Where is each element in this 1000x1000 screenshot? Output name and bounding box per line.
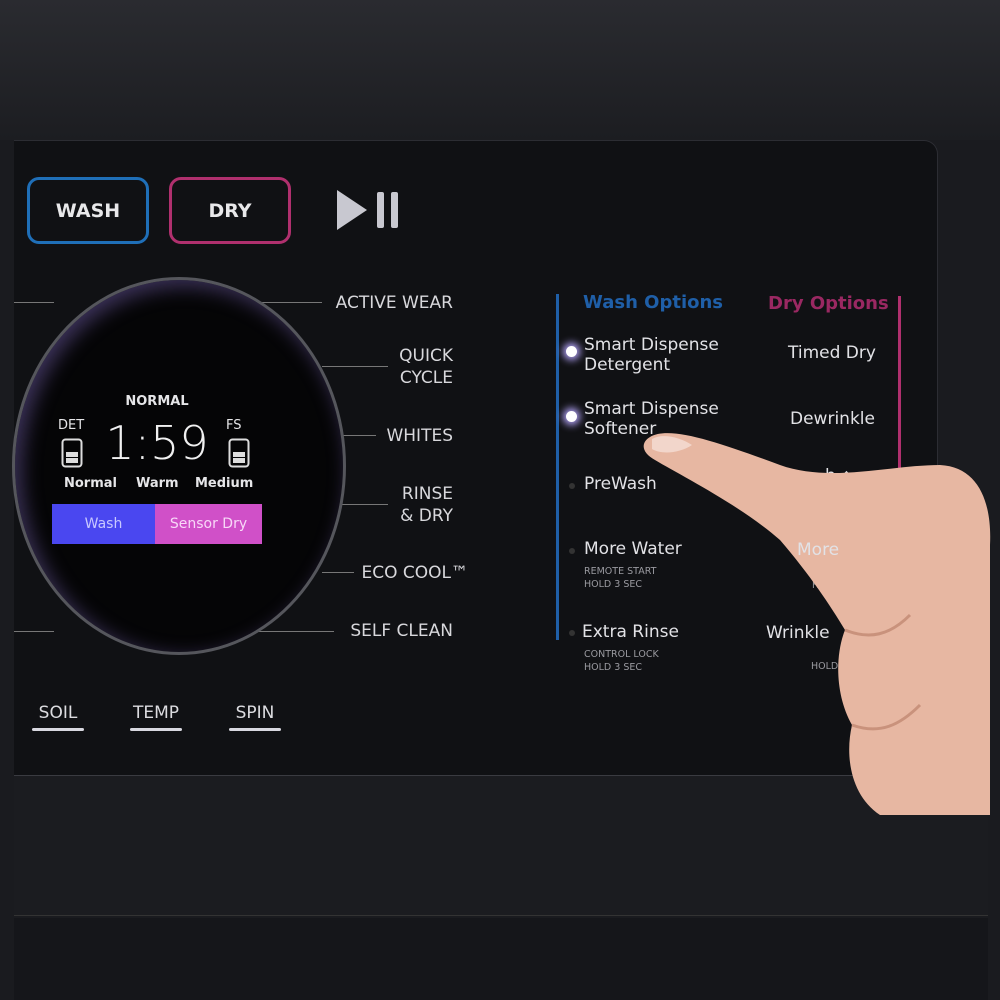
- spin-value: Medium: [195, 476, 254, 491]
- cycle-self-clean[interactable]: SELF CLEAN: [350, 620, 453, 642]
- cycle-quick-cycle[interactable]: QUICK CYCLE: [399, 345, 453, 389]
- cycle-line: [14, 302, 54, 303]
- soil-value: Normal: [64, 476, 117, 491]
- dry-tab: Sensor Dry: [155, 504, 262, 544]
- cycle-rinse-dry[interactable]: RINSE & DRY: [400, 483, 453, 527]
- play-pause-icon[interactable]: [335, 188, 403, 232]
- softener-led-icon: [566, 411, 577, 422]
- cycle-line: [258, 631, 334, 632]
- dry-options-title: Dry Options: [768, 293, 889, 314]
- wash-options-title: Wash Options: [583, 292, 724, 313]
- option-timed-dry[interactable]: Timed Dry: [788, 343, 876, 363]
- cycle-line: [322, 366, 388, 367]
- display-screen: NORMAL DET FS 1:59 Normal Warm Medium Wa…: [52, 390, 262, 546]
- extra-rinse-led-icon: [569, 630, 575, 636]
- cycle-line: [342, 435, 376, 436]
- option-smart-dispense-detergent[interactable]: Smart Dispense Detergent: [584, 335, 719, 375]
- wash-tab: Wash: [52, 504, 155, 544]
- cycle-line: [258, 302, 322, 303]
- detergent-led-icon: [566, 346, 577, 357]
- cycle-line: [342, 504, 388, 505]
- cycle-line: [14, 631, 54, 632]
- temp-value: Warm: [136, 476, 179, 491]
- spin-selector[interactable]: SPIN: [225, 703, 285, 731]
- soil-selector[interactable]: SOIL: [28, 703, 88, 731]
- cycle-active-wear[interactable]: ACTIVE WEAR: [336, 292, 453, 314]
- cycle-name: NORMAL: [125, 394, 189, 409]
- more-water-led-icon: [569, 548, 575, 554]
- dry-button[interactable]: DRY: [169, 177, 291, 244]
- wash-button[interactable]: WASH: [27, 177, 149, 244]
- cycle-line: [322, 572, 354, 573]
- option-more-dry[interactable]: More: [797, 540, 839, 560]
- prewash-led-icon: [569, 483, 575, 489]
- time-remaining: 1:59: [105, 416, 209, 470]
- cycle-whites[interactable]: WHITES: [386, 425, 453, 447]
- machine-top: [0, 0, 1000, 140]
- machine-front: [14, 918, 988, 1000]
- wash-options-divider: [556, 294, 559, 640]
- cycle-eco-cool[interactable]: ECO COOL™: [362, 562, 469, 584]
- pointing-hand: [643, 433, 991, 815]
- temp-selector[interactable]: TEMP: [126, 703, 186, 731]
